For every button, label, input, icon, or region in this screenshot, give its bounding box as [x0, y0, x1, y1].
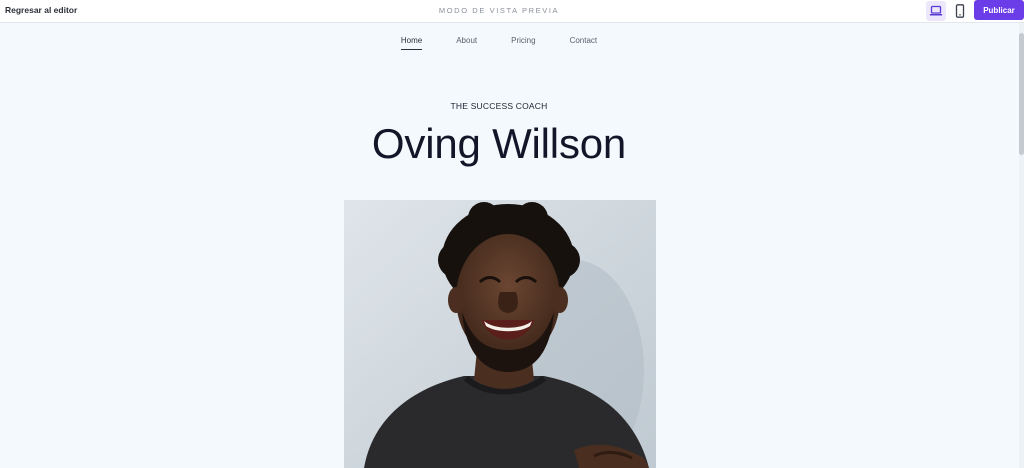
- publish-button[interactable]: Publicar: [974, 0, 1024, 20]
- mobile-view-button[interactable]: [950, 1, 970, 21]
- preview-scrollbar[interactable]: [1019, 23, 1024, 468]
- nav-item-contact[interactable]: Contact: [570, 36, 598, 50]
- laptop-icon: [929, 5, 943, 16]
- hero-title: Oving Willson: [371, 120, 627, 167]
- site-navigation: Home About Pricing Contact: [0, 36, 998, 50]
- preview-mode-label: MODO DE VISTA PREVIA: [438, 6, 560, 15]
- hero-eyebrow: THE SUCCESS COACH: [450, 101, 548, 111]
- preview-toolbar: Regresar al editor MODO DE VISTA PREVIA …: [0, 0, 1024, 23]
- hero-portrait-image: [344, 200, 656, 468]
- nav-item-about[interactable]: About: [456, 36, 477, 50]
- phone-icon: [955, 4, 965, 18]
- nav-item-pricing[interactable]: Pricing: [511, 36, 535, 50]
- scrollbar-thumb[interactable]: [1019, 33, 1024, 155]
- portrait-illustration: [344, 200, 656, 468]
- desktop-view-button[interactable]: [926, 1, 946, 21]
- site-preview-canvas: Home About Pricing Contact THE SUCCESS C…: [0, 23, 1024, 468]
- nav-item-home[interactable]: Home: [400, 36, 423, 50]
